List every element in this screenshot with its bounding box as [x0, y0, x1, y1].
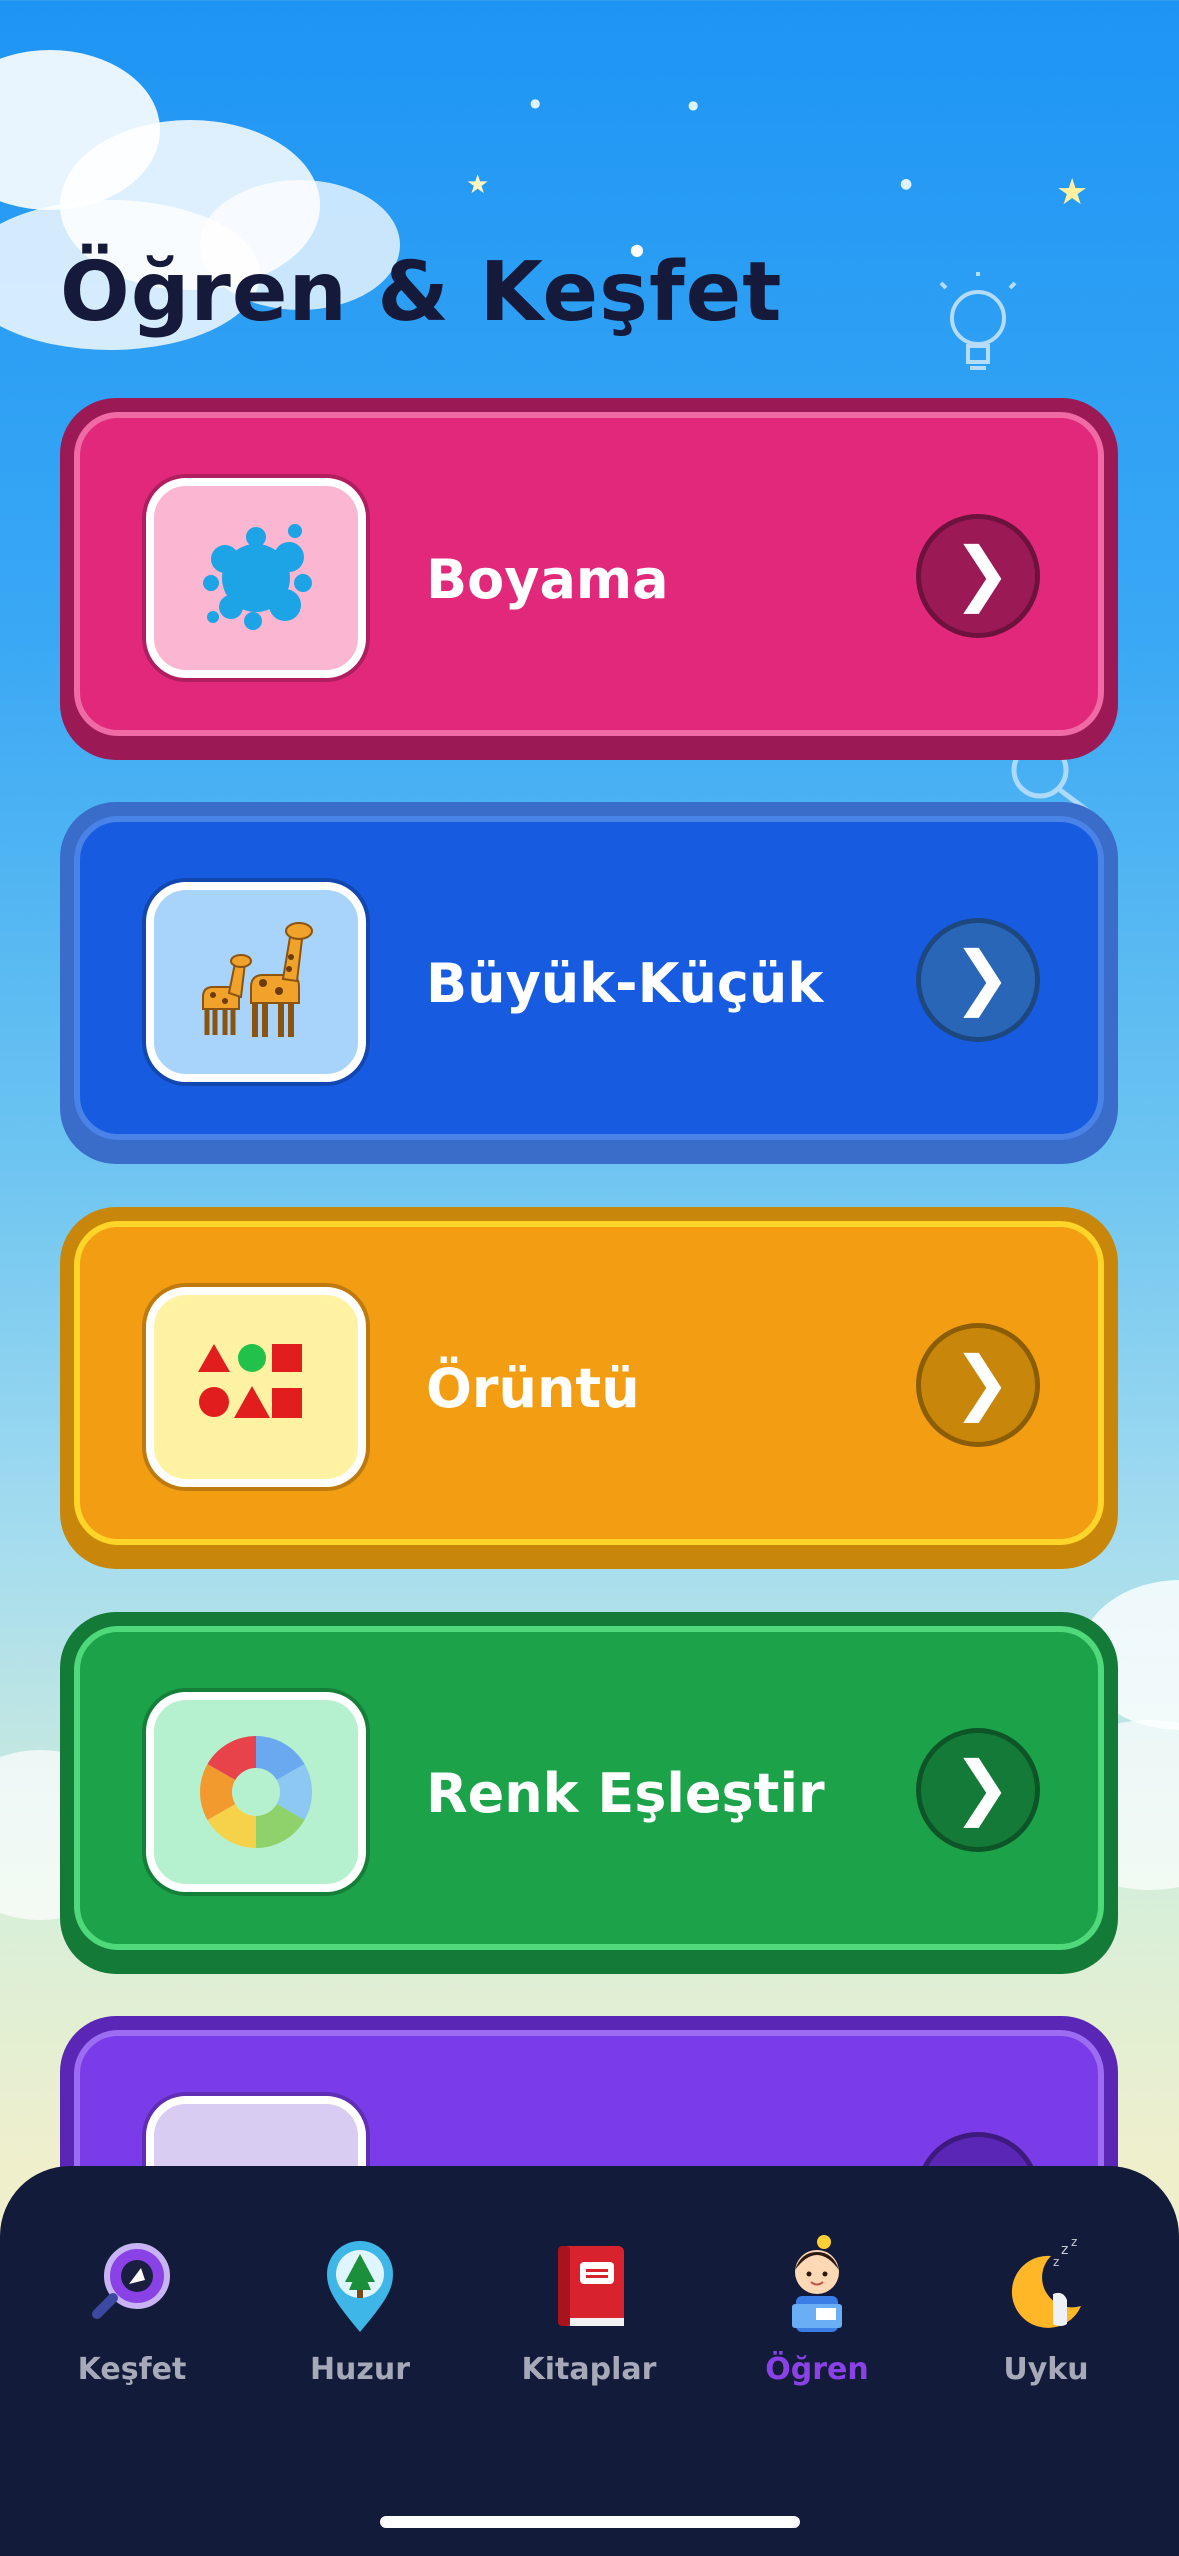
- card-label-boyama: Boyama: [426, 548, 669, 611]
- tab-label-ogren: Öğren: [765, 2352, 869, 2387]
- card-label-renk-eslestir: Renk Eşleştir: [426, 1762, 825, 1825]
- child-reading-icon: [792, 2235, 842, 2332]
- tab-label-kesfet: Keşfet: [77, 2352, 187, 2387]
- card-buyuk-kucuk[interactable]: Büyük-Küçük ❯: [60, 802, 1118, 1164]
- buyuk-kucuk-arrow-button[interactable]: ❯: [916, 918, 1040, 1042]
- tab-uyku[interactable]: z z z Uyku: [956, 2232, 1136, 2387]
- color-wheel-icon: [199, 1736, 313, 1848]
- paint-splash-icon: [203, 524, 312, 630]
- renk-eslestir-thumbnail: [146, 1692, 366, 1892]
- chevron-right-icon: ❯: [952, 532, 1012, 614]
- tab-huzur[interactable]: Huzur: [270, 2232, 450, 2387]
- card-label-buyuk-kucuk: Büyük-Küçük: [426, 952, 824, 1015]
- svg-text:z: z: [1053, 2255, 1059, 2269]
- card-oruntu[interactable]: Örüntü ❯: [60, 1207, 1118, 1569]
- home-indicator: [380, 2516, 800, 2528]
- tab-label-uyku: Uyku: [1003, 2352, 1089, 2387]
- tab-ogren[interactable]: Öğren: [727, 2232, 907, 2387]
- giraffes-icon: [202, 922, 313, 1037]
- chevron-right-icon: ❯: [952, 1746, 1012, 1828]
- boyama-arrow-button[interactable]: ❯: [916, 514, 1040, 638]
- oruntu-thumbnail: [146, 1287, 366, 1487]
- boyama-thumbnail: [146, 478, 366, 678]
- discover-icon: [92, 2243, 170, 2319]
- page-title: Öğren & Keşfet: [60, 245, 783, 340]
- tab-label-huzur: Huzur: [309, 2352, 411, 2387]
- tab-label-kitaplar: Kitaplar: [521, 2352, 657, 2387]
- shapes-icon: [198, 1344, 302, 1418]
- bottom-tab-bar: Keşfet Huzur Kitaplar Öğren z z z Uyku: [0, 2166, 1179, 2556]
- renk-eslestir-arrow-button[interactable]: ❯: [916, 1728, 1040, 1852]
- tree-pin-icon: [327, 2241, 393, 2332]
- moon-sleep-icon: z z z: [1011, 2235, 1081, 2328]
- oruntu-arrow-button[interactable]: ❯: [916, 1323, 1040, 1447]
- svg-text:z: z: [1071, 2235, 1077, 2249]
- svg-text:z: z: [1061, 2242, 1068, 2258]
- buyuk-kucuk-thumbnail: [146, 882, 366, 1082]
- book-icon: [558, 2246, 624, 2326]
- card-renk-eslestir[interactable]: Renk Eşleştir ❯: [60, 1612, 1118, 1974]
- card-boyama[interactable]: Boyama ❯: [60, 398, 1118, 760]
- tab-kesfet[interactable]: Keşfet: [42, 2232, 222, 2387]
- bulb-icon: [939, 272, 1017, 370]
- tab-kitaplar[interactable]: Kitaplar: [499, 2232, 679, 2387]
- chevron-right-icon: ❯: [952, 1341, 1012, 1423]
- card-label-oruntu: Örüntü: [426, 1357, 640, 1420]
- chevron-right-icon: ❯: [952, 936, 1012, 1018]
